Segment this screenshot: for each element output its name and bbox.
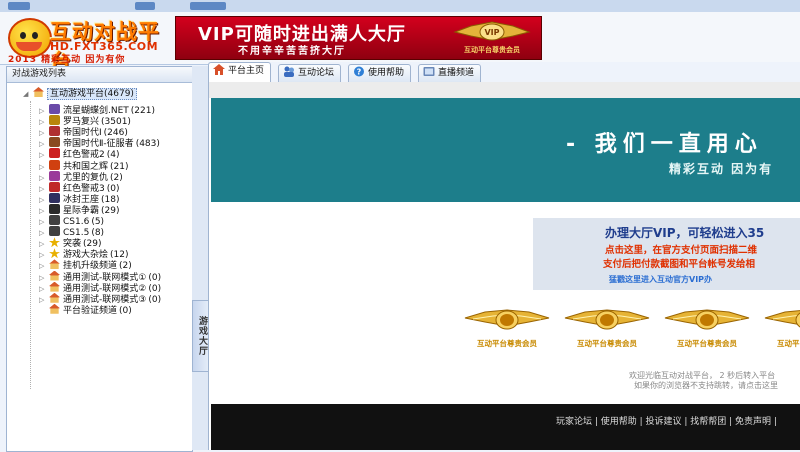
vip-line-2: 支付后把付款截图和平台帐号发给相 xyxy=(603,259,756,270)
logo-slogan: 2013 精彩互动 因为有你 xyxy=(8,55,126,65)
empire-crown-icon xyxy=(49,137,60,148)
house-icon xyxy=(49,270,60,281)
hero-section: - 我们一直用心 精彩互动 因为有 xyxy=(211,98,800,202)
taskbar-icon[interactable] xyxy=(8,2,30,10)
tab-3[interactable]: 直播频道 xyxy=(418,64,482,82)
house-icon xyxy=(49,281,60,292)
collapse-arrow-icon[interactable]: ◢ xyxy=(23,87,29,101)
tab-label: 使用帮助 xyxy=(368,68,405,78)
svg-text:?: ? xyxy=(357,68,362,77)
vip-level-badge[interactable]: 互动平台尊贵会员 xyxy=(463,308,551,350)
tab-label: 互动论坛 xyxy=(298,68,335,78)
taskbar-icon[interactable] xyxy=(135,2,155,10)
rome-helmet-icon xyxy=(49,115,60,126)
vip-level-badge[interactable]: 互动平台尊贵会员 xyxy=(763,308,800,350)
web-footer: 玩家论坛 | 使用帮助 | 投诉建议 | 找帮帮团 | 免责声明 | xyxy=(211,404,800,450)
star-icon xyxy=(49,237,60,248)
vip-link[interactable]: 猛戳这里进入互动官方VIP办 xyxy=(609,274,712,285)
app-header: 互动对战平台 HD.FXT365.COM 2013 精彩互动 因为有你 VIP可… xyxy=(0,12,800,74)
footer-links[interactable]: 玩家论坛 | 使用帮助 | 投诉建议 | 找帮帮团 | 免责声明 | xyxy=(556,414,777,427)
vip-badge-caption: 互动平台尊贵会员 xyxy=(577,339,637,348)
game-list-panel: 对战游戏列表 ◢ 互动游戏平台(4679) ▷ 流星蝴蝶剑.NET (221) ▷ 罗马复… xyxy=(6,66,193,452)
yuri-icon xyxy=(49,170,60,181)
vip-badge-caption: 互动平台尊贵会员 xyxy=(777,339,800,348)
vip-badge-caption: 互动平台尊贵会员 xyxy=(677,339,737,348)
vip-info-box: 办理大厅VIP，可轻松进入35 点击这里，在官方支付页面扫描二维 支付后把付款截… xyxy=(533,218,800,290)
tab-label: 平台主页 xyxy=(228,66,265,76)
tree-item-count: (221) xyxy=(130,106,155,116)
red-alert-icon xyxy=(49,148,60,159)
panel-splitter[interactable] xyxy=(192,66,208,450)
house-icon xyxy=(49,292,60,303)
game-list-title: 对战游戏列表 xyxy=(7,67,192,83)
vip-wings-icon xyxy=(564,309,650,330)
house-icon xyxy=(33,87,44,97)
cs-soldier-icon xyxy=(49,215,60,225)
tree-item-count: (483) xyxy=(135,139,160,150)
star-icon xyxy=(49,248,60,259)
tree-item[interactable]: ▷平台验证频道(0) xyxy=(39,303,132,316)
republic-star-icon xyxy=(49,159,60,170)
svg-text:互动平台尊贵会员: 互动平台尊贵会员 xyxy=(464,45,520,54)
red-alert-3-icon xyxy=(49,181,60,192)
home-icon xyxy=(213,64,225,75)
hero-title: - 我们一直用心 xyxy=(566,132,763,157)
cs-soldier-icon xyxy=(49,226,60,237)
vip-title: 办理大厅VIP，可轻松进入35 xyxy=(605,226,765,240)
web-top-bar xyxy=(209,82,800,98)
forum-icon xyxy=(283,66,295,77)
web-content: - 我们一直用心 精彩互动 因为有 办理大厅VIP，可轻松进入35 点击这里，在… xyxy=(208,82,800,450)
vip-banner[interactable]: VIP可随时进出满人大厅 不用辛辛苦苦挤大厅 VIP 互动平台尊贵会员 xyxy=(175,16,542,60)
svg-text:VIP: VIP xyxy=(484,28,499,37)
tab-label: 直播频道 xyxy=(438,68,475,78)
broadcast-icon xyxy=(423,66,435,77)
vip-level-badge[interactable]: 互动平台尊贵会员 xyxy=(563,308,651,350)
vip-wings-icon xyxy=(464,309,550,330)
house-icon xyxy=(49,259,60,270)
vip-wings-icon xyxy=(764,310,800,328)
vip-wings-icon xyxy=(664,309,750,330)
welcome-line-2[interactable]: 如果你的浏览器不支持跳转，请点击这里 xyxy=(634,380,778,391)
browser-tabs: 平台主页 互动论坛? 使用帮助 直播频道 xyxy=(208,62,800,82)
platform-logo[interactable]: 互动对战平台 HD.FXT365.COM 2013 精彩互动 因为有你 xyxy=(4,14,172,74)
vip-badge-icon: VIP 互动平台尊贵会员 xyxy=(451,20,533,56)
tree-root[interactable]: ◢ 互动游戏平台(4679) xyxy=(23,87,137,101)
tree-item-count: (0) xyxy=(119,305,132,316)
taskbar-icon[interactable] xyxy=(190,2,226,10)
empire-flag-icon xyxy=(49,126,60,137)
butterfly-sword-icon xyxy=(49,104,60,114)
tab-2[interactable]: ? 使用帮助 xyxy=(348,64,412,82)
vip-line-1[interactable]: 点击这里，在官方支付页面扫描二维 xyxy=(605,242,757,256)
banner-sub-text: 不用辛辛苦苦挤大厅 xyxy=(238,46,346,57)
tab-1[interactable]: 互动论坛 xyxy=(278,64,342,82)
top-strip xyxy=(0,0,800,12)
tree-root-label: 互动游戏平台 xyxy=(50,89,105,99)
vip-badges-row: 互动平台尊贵会员 互动平台尊贵会员 互动平台尊贵会员 互动平台尊贵会员 xyxy=(463,308,800,354)
tree-root-count: (4679) xyxy=(104,89,134,99)
vip-level-badge[interactable]: 互动平台尊贵会员 xyxy=(663,308,751,350)
tab-0[interactable]: 平台主页 xyxy=(208,62,272,82)
tree-item-count: (0) xyxy=(148,294,162,305)
hero-subtitle: 精彩互动 因为有 xyxy=(669,162,774,176)
vip-badge-caption: 互动平台尊贵会员 xyxy=(477,339,537,348)
frozen-throne-icon xyxy=(49,192,60,203)
starcraft-icon xyxy=(49,203,60,214)
house-icon xyxy=(49,303,60,314)
help-icon: ? xyxy=(353,66,365,77)
tree-item-label: 平台验证频道 xyxy=(63,305,118,316)
